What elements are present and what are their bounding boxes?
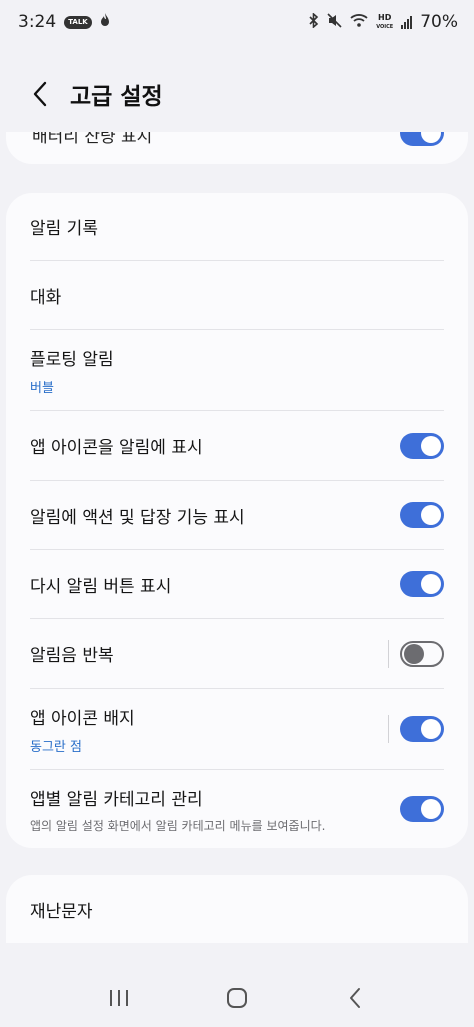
status-right: HD VOICE 70% <box>309 11 458 32</box>
wifi-icon <box>350 13 368 31</box>
bluetooth-icon <box>309 11 319 32</box>
hd-voice-icon: HD VOICE <box>376 12 394 31</box>
nav-back-button[interactable] <box>335 978 375 1018</box>
conversations-item[interactable]: 대화 <box>6 261 468 329</box>
snooze-button-item[interactable]: 다시 알림 버튼 표시 <box>6 550 468 618</box>
chevron-left-icon <box>33 81 47 107</box>
item-label: 알림에 액션 및 답장 기능 표시 <box>30 507 245 528</box>
item-description: 앱의 알림 설정 화면에서 알림 카테고리 메뉴를 보여줍니다. <box>30 818 326 833</box>
emergency-alerts-card: 재난문자 <box>6 875 468 943</box>
item-label: 다시 알림 버튼 표시 <box>30 576 172 597</box>
hd-label: HD <box>378 12 392 22</box>
repeat-notification-sound-toggle[interactable] <box>400 640 444 667</box>
item-label: 알림 기록 <box>30 219 98 239</box>
app-icon-in-notification-toggle[interactable] <box>400 432 444 459</box>
app-icon-badge-item[interactable]: 앱 아이콘 배지 동그란 점 <box>6 689 468 769</box>
status-left: 3:24 TALK <box>18 12 110 32</box>
item-label: 플로팅 알림 <box>30 349 114 370</box>
signal-icon <box>401 15 413 29</box>
app-header: 고급 설정 <box>0 66 474 122</box>
app-icon-badge-toggle[interactable] <box>400 716 444 742</box>
mute-icon <box>327 12 342 32</box>
actions-and-replies-item[interactable]: 알림에 액션 및 답장 기능 표시 <box>6 481 468 549</box>
navigation-bar <box>0 968 474 1027</box>
status-bar: 3:24 TALK HD VOICE 70% <box>0 0 474 44</box>
item-label: 앱 아이콘을 알림에 표시 <box>30 438 203 458</box>
battery-level: 70% <box>420 12 458 32</box>
item-sub-value: 동그란 점 <box>30 739 82 755</box>
back-icon <box>350 987 360 1008</box>
app-icon-in-notification-item[interactable]: 앱 아이콘을 알림에 표시 <box>6 411 468 480</box>
recents-icon <box>110 989 128 1006</box>
back-button[interactable] <box>26 74 54 114</box>
flame-icon <box>100 13 110 31</box>
emergency-alerts-item[interactable]: 재난문자 <box>6 875 468 943</box>
vertical-separator <box>388 639 389 668</box>
vertical-separator <box>388 715 389 743</box>
per-app-categories-toggle[interactable] <box>400 796 444 822</box>
floating-notifications-item[interactable]: 플로팅 알림 버블 <box>6 330 468 410</box>
item-label: 앱별 알림 카테고리 관리 <box>30 789 203 810</box>
per-app-categories-item[interactable]: 앱별 알림 카테고리 관리 앱의 알림 설정 화면에서 알림 카테고리 메뉴를 … <box>6 770 468 848</box>
item-label: 대화 <box>30 287 62 308</box>
notification-history-item[interactable]: 알림 기록 <box>6 193 468 260</box>
recents-button[interactable] <box>99 978 139 1018</box>
home-button[interactable] <box>217 978 257 1018</box>
page-title: 고급 설정 <box>70 84 163 110</box>
item-label: 앱 아이콘 배지 <box>30 708 135 729</box>
actions-and-replies-toggle[interactable] <box>400 502 444 528</box>
item-label: 알림음 반복 <box>30 646 114 666</box>
item-sub-value: 버블 <box>30 380 54 396</box>
item-label: 재난문자 <box>30 901 93 922</box>
notification-settings-card: 알림 기록 대화 플로팅 알림 버블 앱 아이콘을 알림에 표시 알림에 액션 … <box>6 193 468 848</box>
snooze-button-toggle[interactable] <box>400 571 444 597</box>
repeat-notification-sound-item[interactable]: 알림음 반복 <box>6 619 468 688</box>
home-icon <box>227 987 247 1008</box>
voice-label: VOICE <box>376 23 394 30</box>
kakaotalk-icon: TALK <box>64 15 92 29</box>
status-time: 3:24 <box>18 12 57 32</box>
